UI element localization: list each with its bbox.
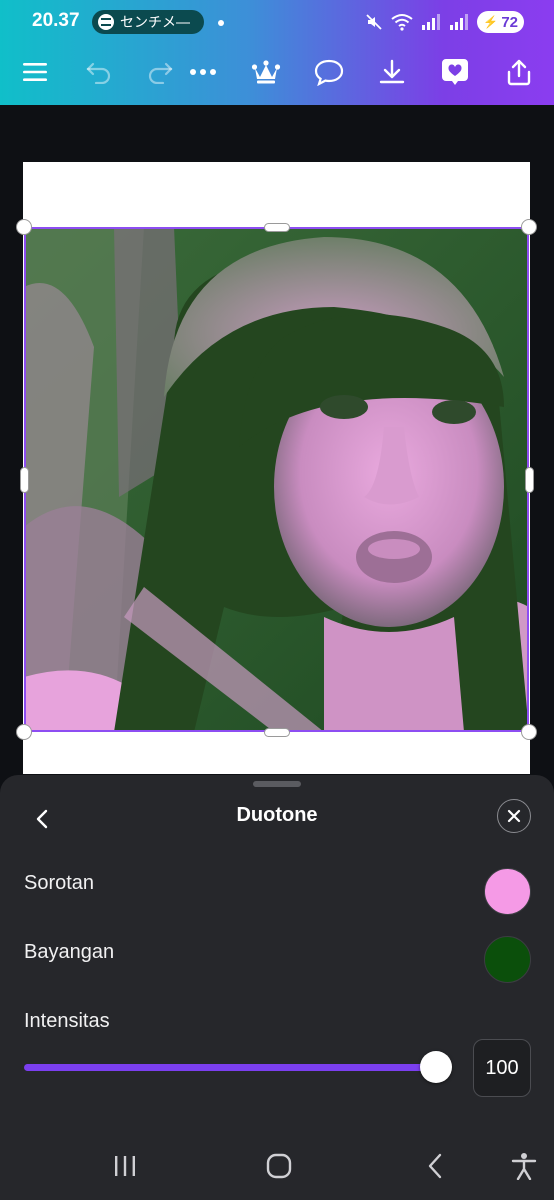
mute-icon [366, 14, 382, 30]
resize-handle-top-left[interactable] [16, 219, 32, 235]
recents-icon [115, 1156, 135, 1176]
premium-button[interactable] [248, 54, 284, 90]
resize-handle-left[interactable] [20, 467, 29, 493]
recents-button[interactable] [110, 1150, 140, 1182]
home-icon [266, 1153, 292, 1179]
sheet-grabber[interactable] [253, 781, 301, 787]
status-time: 20.37 [32, 10, 80, 31]
battery-indicator: ⚡ 72 [477, 11, 524, 33]
resize-handle-top-right[interactable] [521, 219, 537, 235]
intensity-label: Intensitas [24, 1010, 110, 1032]
shadow-label: Bayangan [24, 941, 115, 963]
status-bar: 20.37 センチメ― ⚡ 72 [0, 0, 554, 44]
system-back-button[interactable] [420, 1150, 450, 1182]
panel-close-button[interactable] [497, 799, 531, 833]
menu-icon [23, 63, 47, 81]
intensity-slider-track[interactable] [24, 1064, 434, 1071]
highlight-color-swatch[interactable] [484, 868, 531, 915]
more-icon [190, 69, 216, 75]
undo-button[interactable] [81, 54, 117, 90]
status-icons: ⚡ 72 [365, 11, 524, 33]
intensity-value-input[interactable]: 100 [473, 1039, 531, 1097]
editor-header: 20.37 センチメ― ⚡ 72 [0, 0, 554, 105]
menu-button[interactable] [17, 54, 53, 90]
signal-icon-2 [450, 14, 469, 30]
undo-icon [86, 62, 111, 84]
share-button[interactable] [501, 54, 537, 90]
accessibility-icon [511, 1153, 537, 1180]
duotone-photo[interactable] [24, 227, 529, 732]
more-button[interactable] [185, 54, 221, 90]
highlight-label: Sorotan [24, 872, 95, 894]
home-button[interactable] [264, 1150, 294, 1182]
battery-level: 72 [501, 13, 518, 31]
spotify-icon [98, 14, 114, 30]
resize-handle-bottom-left[interactable] [16, 724, 32, 740]
download-button[interactable] [374, 54, 410, 90]
accessibility-button[interactable] [509, 1150, 539, 1182]
editor-toolbar [0, 48, 554, 96]
redo-button[interactable] [142, 54, 178, 90]
media-label: センチメ― [120, 15, 190, 31]
panel-title: Duotone [236, 804, 318, 826]
heart-icon [442, 59, 468, 85]
crown-icon [251, 60, 281, 84]
redo-icon [148, 62, 173, 84]
resize-handle-bottom[interactable] [264, 728, 290, 737]
share-icon [507, 59, 531, 86]
wifi-icon [391, 14, 413, 31]
resize-handle-bottom-right[interactable] [521, 724, 537, 740]
battery-charging-icon: ⚡ [483, 15, 499, 29]
love-button[interactable] [437, 54, 473, 90]
portrait-image [24, 227, 529, 732]
intensity-value: 100 [485, 1056, 519, 1079]
comment-button[interactable] [311, 54, 347, 90]
download-icon [379, 59, 405, 84]
resize-handle-top[interactable] [264, 223, 290, 232]
back-icon [428, 1153, 442, 1179]
intensity-slider-thumb[interactable] [420, 1051, 452, 1083]
comment-icon [314, 59, 344, 86]
system-nav-bar [0, 1130, 554, 1200]
media-notification-pill[interactable]: センチメ― [92, 10, 204, 34]
notification-dot [218, 20, 224, 26]
shadow-color-swatch[interactable] [484, 936, 531, 983]
resize-handle-right[interactable] [525, 467, 534, 493]
close-icon [507, 809, 521, 823]
signal-icon [422, 14, 441, 30]
